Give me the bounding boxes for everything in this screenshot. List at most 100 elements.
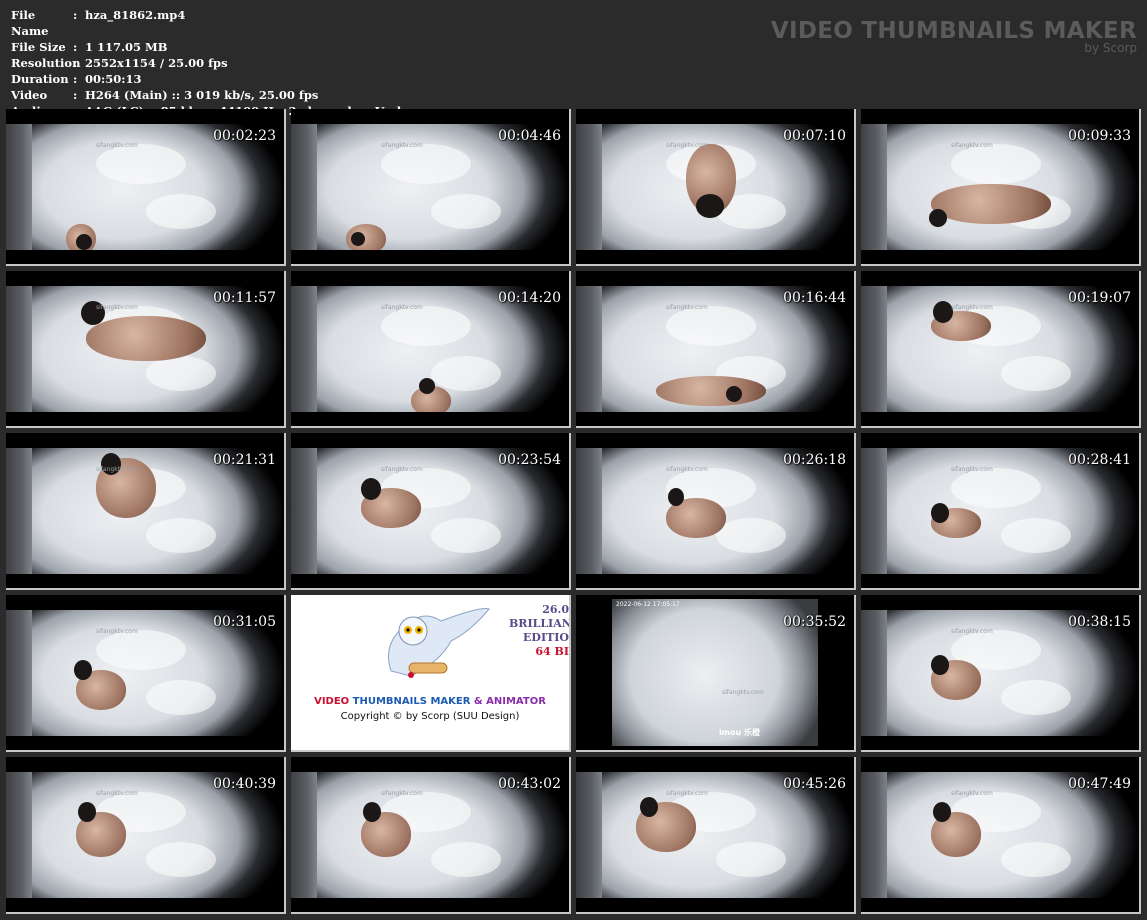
sheet-fold: [381, 306, 471, 346]
figure-head: [696, 194, 724, 218]
info-value: 2552x1154 / 25.00 fps: [85, 56, 228, 70]
video-thumbnail[interactable]: sifangktv.com 00:43:02: [291, 757, 571, 914]
video-thumbnail[interactable]: sifangktv.com 00:11:57: [6, 271, 286, 428]
watermark-text: sifangktv.com: [951, 628, 993, 635]
sheet-fold: [146, 356, 216, 391]
frame-wall: [576, 448, 602, 574]
watermark-text: sifangktv.com: [666, 142, 708, 149]
thumbnail-timestamp: 00:45:26: [783, 776, 846, 792]
logo-title-main: THUMBNAILS MAKER: [352, 696, 471, 707]
sheet-fold: [431, 194, 501, 229]
logo-title-amp: &: [473, 696, 483, 707]
figure-head: [419, 378, 435, 394]
frame-wall: [861, 772, 887, 898]
figure-head: [931, 655, 949, 675]
info-row: File Size:1 117.05 MB: [11, 39, 401, 55]
figure-head: [361, 478, 381, 500]
thumbnail-timestamp: 00:47:49: [1068, 776, 1131, 792]
info-key: File Size: [11, 40, 66, 54]
thumbnail-timestamp: 00:07:10: [783, 128, 846, 144]
frame-wall: [291, 448, 317, 574]
figure-head: [74, 660, 92, 680]
figure-head: [668, 488, 684, 506]
info-value: H264 (Main) :: 3 019 kb/s, 25.00 fps: [85, 88, 319, 102]
video-thumbnail[interactable]: sifangktv.com 00:31:05: [6, 595, 286, 752]
bits-label: 64 BI: [535, 645, 569, 658]
frame-wall: [6, 124, 32, 250]
sheet-fold: [96, 630, 186, 670]
camera-brand: imou 乐橙: [718, 728, 760, 737]
sheet-fold: [716, 842, 786, 877]
frame-wall: [861, 286, 887, 412]
thumbnail-timestamp: 00:04:46: [498, 128, 561, 144]
figure-head: [929, 209, 947, 227]
frame-wall: [861, 124, 887, 250]
watermark-text: sifangktv.com: [381, 142, 423, 149]
video-thumbnail[interactable]: sifangktv.com 00:16:44: [576, 271, 856, 428]
thumbnail-timestamp: 00:40:39: [213, 776, 276, 792]
frame-wall: [6, 286, 32, 412]
info-value: 1 117.05 MB: [85, 40, 168, 54]
sheet-fold: [96, 144, 186, 184]
info-row: Duration:00:50:13: [11, 71, 401, 87]
info-separator: :: [73, 56, 78, 70]
video-thumbnail[interactable]: 26.0BRILLIANCEDITIO64 BI VIDEO THUMBNAILS…: [291, 595, 571, 752]
info-value: hza_81862.mp4: [85, 8, 186, 22]
info-value: 00:50:13: [85, 72, 142, 86]
watermark-text: sifangktv.com: [951, 790, 993, 797]
video-thumbnail[interactable]: sifangktv.com 00:04:46: [291, 109, 571, 266]
watermark-text: sifangktv.com: [951, 142, 993, 149]
video-thumbnail[interactable]: sifangktv.com 00:14:20: [291, 271, 571, 428]
watermark-text: sifangktv.com: [96, 142, 138, 149]
video-thumbnail[interactable]: sifangktv.com 00:19:07: [861, 271, 1141, 428]
frame-wall: [6, 610, 32, 736]
thumbnail-grid: sifangktv.com 00:02:23 sifangktv.com 00:04:…: [6, 109, 1141, 914]
sheet-fold: [431, 842, 501, 877]
edition-line2: EDITIO: [523, 631, 569, 644]
logo-title-video: VIDEO: [314, 696, 350, 707]
camera-timestamp: 2022-06-12 17:05:17: [616, 601, 680, 608]
video-thumbnail[interactable]: sifangktv.com 00:21:31: [6, 433, 286, 590]
frame-wall: [291, 286, 317, 412]
info-separator: :: [73, 8, 78, 22]
figure-head: [351, 232, 365, 246]
video-thumbnail[interactable]: sifangktv.com 00:28:41: [861, 433, 1141, 590]
figure-head: [726, 386, 742, 402]
sheet-fold: [951, 144, 1041, 184]
video-thumbnail[interactable]: sifangktv.com 00:23:54: [291, 433, 571, 590]
video-thumbnail[interactable]: sifangktv.com 00:47:49: [861, 757, 1141, 914]
thumbnail-timestamp: 00:23:54: [498, 452, 561, 468]
watermark-text: sifangktv.com: [951, 304, 993, 311]
frame-wall: [291, 124, 317, 250]
watermark-text: sifangktv.com: [722, 689, 764, 696]
brand-title: VIDEO THUMBNAILS MAKER: [770, 18, 1137, 44]
video-thumbnail[interactable]: sifangktv.com 00:45:26: [576, 757, 856, 914]
frame-wall: [6, 448, 32, 574]
app-brand: VIDEO THUMBNAILS MAKER by Scorp: [771, 18, 1137, 55]
figure-head: [76, 234, 92, 250]
info-separator: :: [73, 88, 78, 102]
info-key: File Name: [11, 8, 49, 38]
video-thumbnail[interactable]: sifangktv.com 00:02:23: [6, 109, 286, 266]
sheet-fold: [381, 144, 471, 184]
frame-wall: [861, 610, 887, 736]
frame-wall: [576, 286, 602, 412]
sheet-fold: [716, 518, 786, 553]
video-thumbnail[interactable]: sifangktv.com 00:09:33: [861, 109, 1141, 266]
figure: [656, 376, 766, 406]
figure-head: [363, 802, 381, 822]
watermark-text: sifangktv.com: [666, 790, 708, 797]
video-thumbnail[interactable]: sifangktv.com 00:38:15: [861, 595, 1141, 752]
video-thumbnail[interactable]: 2022-06-12 17:05:17 imou 乐橙 sifangktv.com 0…: [576, 595, 856, 752]
video-thumbnail[interactable]: sifangktv.com 00:07:10: [576, 109, 856, 266]
edition-line1: BRILLIANC: [509, 617, 571, 630]
figure: [931, 184, 1051, 224]
video-thumbnail[interactable]: sifangktv.com 00:40:39: [6, 757, 286, 914]
watermark-text: sifangktv.com: [96, 790, 138, 797]
sheet-fold: [1001, 356, 1071, 391]
thumbnail-timestamp: 00:28:41: [1068, 452, 1131, 468]
thumbnail-timestamp: 00:43:02: [498, 776, 561, 792]
sheet-fold: [431, 356, 501, 391]
video-thumbnail[interactable]: sifangktv.com 00:26:18: [576, 433, 856, 590]
figure-head: [933, 301, 953, 323]
